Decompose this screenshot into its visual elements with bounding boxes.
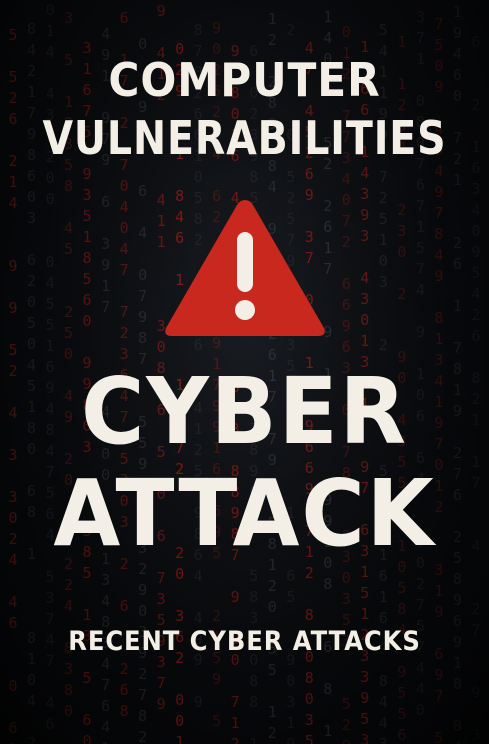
exclamation-bar [237,232,253,292]
subtitle: RECENT CYBER ATTACKS [68,626,421,657]
title-line-2: VULNERABILITIES [42,111,447,165]
headline-line-2: ATTACK [53,460,436,567]
title-line-1: COMPUTER [108,53,381,107]
warning-icon [165,200,325,336]
book-cover: 5 5 2 6 2 1 4 9 9 5 2 4 3 3 0 2 4 4 6 0 … [0,0,489,744]
exclamation-dot [235,300,255,320]
headline-line-1: CYBER [80,358,409,465]
